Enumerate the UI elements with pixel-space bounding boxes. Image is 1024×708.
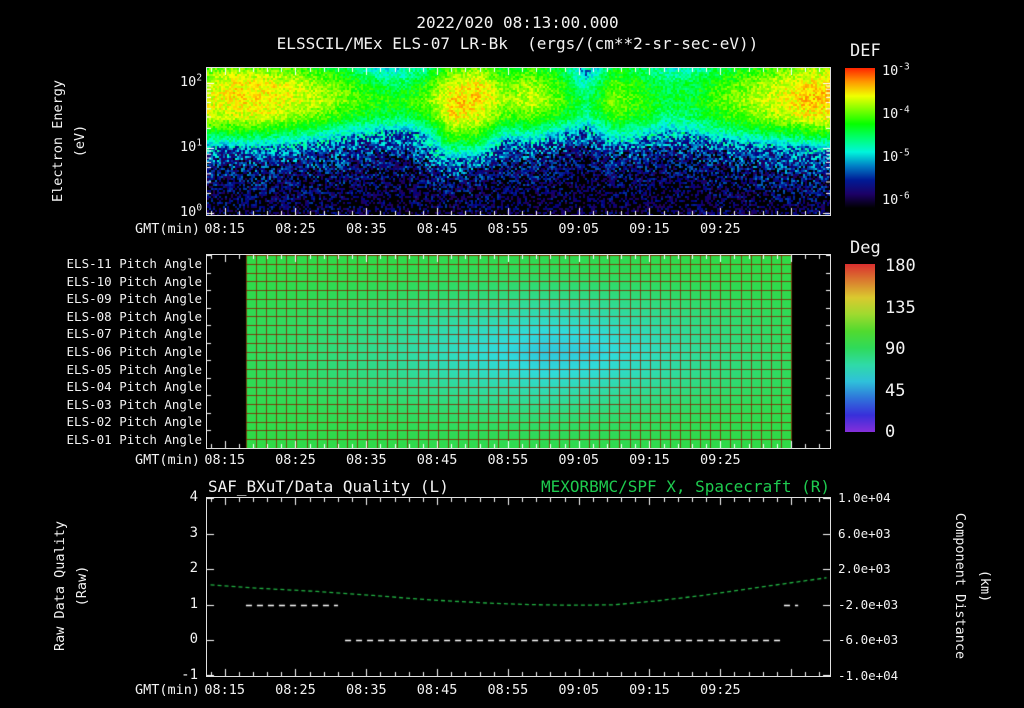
deg-cbtick-1: 135 [885, 297, 916, 318]
gmt-label-middle: GMT(min) [134, 452, 200, 468]
time-tick-top-08:15: 08:15 [204, 221, 246, 237]
pitch-row-label-6: ELS-05 Pitch Angle [66, 361, 202, 377]
pitch-angle-canvas [206, 254, 831, 449]
quality-distance-canvas [206, 497, 831, 677]
right-ytick-2: 2.0e+03 [838, 561, 891, 577]
time-tick-bottom-08:35: 08:35 [345, 682, 387, 698]
flux-cbtick-0: 10-3 [882, 61, 910, 79]
page-title: 2022/020 08:13:00.000 [416, 13, 619, 32]
flux-cbtick-2: 10-5 [882, 147, 910, 165]
time-tick-bottom-09:05: 09:05 [558, 682, 599, 698]
right-ylabel-line1: Component Distance [952, 512, 968, 660]
right-ytick-4: -6.0e+03 [838, 632, 899, 648]
time-tick-top-09:25: 09:25 [699, 221, 741, 237]
time-tick-top-08:55: 08:55 [487, 221, 529, 237]
pitch-row-label-4: ELS-07 Pitch Angle [66, 326, 202, 342]
bottom-ylabel-line2: (Raw) [74, 565, 90, 607]
spec-ylabel-line2: (eV) [72, 124, 88, 158]
els-quicklook-screen: 2022/020 08:13:00.000 ELSSCIL/MEx ELS-07… [0, 0, 1024, 708]
bottom-left-title: SAF_BXuT/Data Quality (L) [208, 477, 449, 496]
flux-cbtick-3: 10-6 [882, 190, 910, 208]
left-ytick-0: 4 [189, 489, 198, 505]
time-tick-bottom-09:15: 09:15 [629, 682, 670, 698]
pitch-row-label-3: ELS-08 Pitch Angle [66, 308, 202, 324]
time-tick-middle-09:15: 09:15 [629, 452, 670, 468]
right-ytick-3: -2.0e+03 [838, 596, 899, 612]
time-tick-top-09:05: 09:05 [558, 221, 599, 237]
spec-ytick-1: 101 [180, 137, 202, 155]
pitch-row-label-0: ELS-11 Pitch Angle [66, 256, 202, 272]
time-tick-middle-08:25: 08:25 [275, 452, 316, 468]
time-tick-bottom-08:25: 08:25 [275, 682, 316, 698]
left-ytick-4: 0 [189, 631, 198, 648]
time-tick-middle-08:55: 08:55 [487, 452, 529, 468]
time-tick-bottom-08:45: 08:45 [416, 682, 458, 698]
gmt-label-top: GMT(min) [134, 221, 200, 237]
time-tick-middle-08:35: 08:35 [345, 452, 387, 468]
time-tick-middle-08:15: 08:15 [204, 452, 246, 468]
right-ylabel-line2: (km) [977, 569, 993, 603]
flux-cbtick-1: 10-4 [882, 104, 910, 122]
pitch-row-label-2: ELS-09 Pitch Angle [66, 291, 202, 307]
spec-ylabel-line1: Electron Energy [50, 80, 66, 202]
flux-colorbar-title: DEF [850, 41, 881, 61]
bottom-right-title: MEXORBMC/SPF X, Spacecraft (R) [541, 477, 830, 496]
left-ytick-1: 3 [189, 524, 198, 541]
deg-cbtick-3: 45 [885, 380, 906, 401]
deg-colorbar-title: Deg [850, 238, 881, 258]
deg-colorbar [845, 264, 875, 432]
left-ytick-2: 2 [189, 560, 198, 577]
flux-colorbar [845, 68, 875, 208]
time-tick-middle-09:05: 09:05 [558, 452, 599, 468]
electron-energy-spectrogram-canvas [206, 67, 831, 216]
pitch-row-label-10: ELS-01 Pitch Angle [66, 431, 202, 447]
time-tick-bottom-08:55: 08:55 [487, 682, 529, 698]
gmt-label-bottom: GMT(min) [134, 682, 200, 698]
right-ytick-1: 6.0e+03 [838, 525, 891, 541]
right-ytick-0: 1.0e+04 [838, 490, 891, 505]
time-tick-bottom-08:15: 08:15 [204, 682, 246, 698]
spec-ytick-0: 100 [180, 202, 202, 220]
pitch-row-label-9: ELS-02 Pitch Angle [66, 414, 202, 430]
time-tick-top-08:45: 08:45 [416, 221, 458, 237]
time-tick-bottom-09:25: 09:25 [699, 682, 741, 698]
time-tick-top-09:15: 09:15 [629, 221, 670, 237]
left-ytick-3: 1 [189, 595, 198, 612]
deg-cbtick-0: 180 [885, 256, 916, 276]
time-tick-top-08:25: 08:25 [275, 221, 316, 237]
deg-cbtick-2: 90 [885, 339, 906, 359]
right-ytick-5: -1.0e+04 [838, 668, 899, 683]
time-tick-top-08:35: 08:35 [345, 221, 387, 237]
time-tick-middle-09:25: 09:25 [699, 452, 741, 468]
pitch-row-label-5: ELS-06 Pitch Angle [66, 344, 202, 359]
left-ytick-5: -1 [181, 667, 198, 683]
bottom-ylabel-line1: Raw Data Quality [52, 520, 68, 652]
pitch-row-label-1: ELS-10 Pitch Angle [66, 273, 202, 289]
pitch-row-label-8: ELS-03 Pitch Angle [66, 396, 202, 412]
time-tick-middle-08:45: 08:45 [416, 452, 458, 468]
deg-cbtick-4: 0 [885, 422, 896, 442]
plot-subtitle: ELSSCIL/MEx ELS-07 LR-Bk (ergs/(cm**2-sr… [276, 34, 759, 53]
spec-ytick-2: 102 [180, 72, 202, 90]
pitch-row-label-7: ELS-04 Pitch Angle [66, 379, 202, 395]
